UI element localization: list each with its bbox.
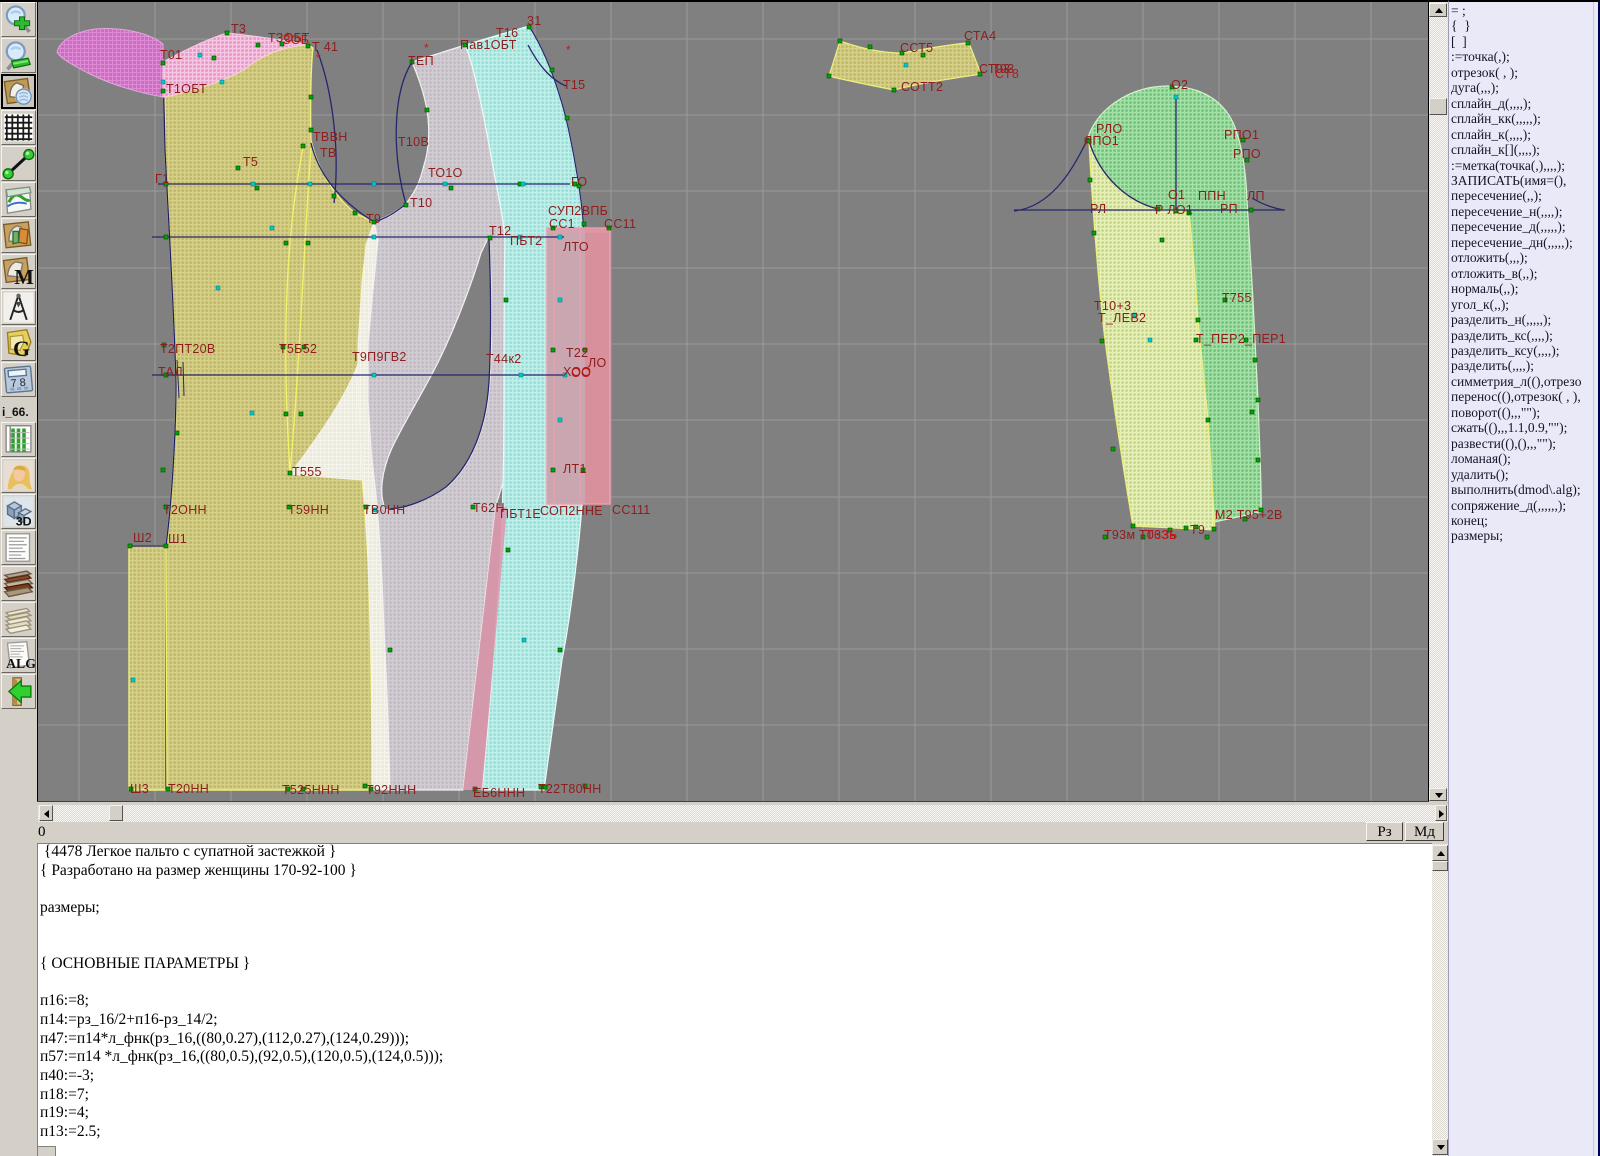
svg-text:РПО: РПО	[1233, 147, 1261, 161]
svg-text:ЕБ6ННН: ЕБ6ННН	[473, 786, 525, 800]
svg-text:ПБТ1Е: ПБТ1Е	[500, 507, 541, 521]
svg-text:Т_ПЕР2_ПЕР1: Т_ПЕР2_ПЕР1	[1196, 332, 1286, 346]
svg-text:Т44к2: Т44к2	[486, 352, 521, 366]
svg-text:ТО1О: ТО1О	[428, 166, 463, 180]
svg-text:РЛ: РЛ	[1090, 202, 1106, 216]
svg-text:Т20НН: Т20НН	[168, 782, 209, 796]
svg-text:Т525ННН: Т525ННН	[282, 783, 340, 797]
svg-text:РП: РП	[1220, 202, 1238, 216]
svg-text:ЛТ1: ЛТ1	[563, 462, 587, 476]
svg-text:Т93м: Т93м	[1104, 528, 1135, 542]
svg-text:Пав1ОБТ: Пав1ОБТ	[460, 38, 517, 52]
svg-text:СС1: СС1	[549, 217, 575, 231]
svg-text:Т92ННН: Т92ННН	[366, 783, 416, 797]
svg-text:31: 31	[527, 14, 542, 28]
svg-text:Т15: Т15	[563, 78, 585, 92]
svg-text:ПБТ2: ПБТ2	[510, 234, 542, 248]
svg-text:Т5Б52: Т5Б52	[279, 342, 317, 356]
svg-text:ALG: ALG	[6, 656, 35, 671]
svg-text:M: M	[14, 267, 33, 288]
svg-text:СУП2ВПБ: СУП2ВПБ	[548, 204, 608, 218]
svg-text:*: *	[316, 51, 321, 65]
svg-text:Ш2: Ш2	[133, 531, 152, 545]
svg-text:ТЕП: ТЕП	[408, 54, 434, 68]
svg-text:Т22: Т22	[566, 346, 588, 360]
svg-text:Т22Т80НН: Т22Т80НН	[538, 782, 602, 796]
svg-text:Т3: Т3	[231, 22, 246, 36]
svg-text:Т5: Т5	[243, 155, 258, 169]
svg-text:ТВ: ТВ	[320, 146, 337, 160]
svg-text:*: *	[566, 43, 571, 57]
svg-text:ТВ0НН: ТВ0НН	[363, 503, 405, 517]
svg-text:Т12: Т12	[489, 224, 511, 238]
svg-text:СОТТ2: СОТТ2	[901, 80, 943, 94]
svg-text:G: G	[13, 336, 30, 360]
svg-text:ЛПО1: ЛПО1	[1084, 134, 1119, 148]
svg-text:Т755: Т755	[1222, 291, 1252, 305]
svg-text:Т10: Т10	[410, 196, 432, 210]
svg-text:ЛП: ЛП	[1247, 189, 1265, 203]
svg-text:3D: 3D	[16, 514, 32, 528]
svg-text:ТАЛ: ТАЛ	[158, 365, 183, 379]
svg-text:*: *	[424, 41, 429, 55]
svg-text:Г1: Г1	[155, 172, 169, 186]
svg-text:ССТ5: ССТ5	[900, 41, 933, 55]
svg-text:Т555: Т555	[292, 465, 322, 479]
svg-text:Т2ОНН: Т2ОНН	[163, 503, 207, 517]
svg-text:РПО1: РПО1	[1224, 128, 1259, 142]
svg-text:Т9П9ГВ2: Т9П9ГВ2	[352, 350, 407, 364]
svg-text:Р ЛО1: Р ЛО1	[1155, 203, 1193, 217]
svg-text:СОП2ННЕ: СОП2ННЕ	[540, 504, 603, 518]
svg-text:ППН: ППН	[1198, 189, 1226, 203]
svg-text:СТ8: СТ8	[995, 67, 1019, 81]
svg-text:М2 Т95+2В: М2 Т95+2В	[1215, 508, 1283, 522]
svg-text:Ш3: Ш3	[130, 782, 149, 796]
svg-text:Т6ЗЬ: Т6ЗЬ	[1146, 528, 1178, 542]
svg-text:О1: О1	[1168, 188, 1185, 202]
svg-text:Ш1: Ш1	[168, 532, 187, 546]
svg-text:*: *	[285, 30, 290, 44]
svg-text:Т9: Т9	[366, 212, 381, 226]
svg-text:Т59НН: Т59НН	[288, 503, 329, 517]
svg-text:Т2ПТ20В: Т2ПТ20В	[160, 342, 216, 356]
svg-text:ТВВН: ТВВН	[313, 130, 348, 144]
svg-text:Т01: Т01	[160, 48, 182, 62]
svg-text:Т_ЛЕВ2: Т_ЛЕВ2	[1098, 311, 1146, 325]
svg-text:Т9: Т9	[1190, 523, 1205, 537]
svg-text:ЛТО: ЛТО	[563, 240, 589, 254]
svg-text:Т1ОБТ: Т1ОБТ	[166, 82, 207, 96]
svg-text:О2: О2	[1171, 78, 1188, 92]
svg-text:СС111: СС111	[612, 503, 651, 517]
svg-text:Т10В: Т10В	[398, 135, 429, 149]
svg-text:СС11: СС11	[604, 217, 636, 231]
svg-text:Т16: Т16	[496, 26, 518, 40]
svg-text:ГО: ГО	[571, 175, 587, 189]
svg-text:СТА4: СТА4	[964, 29, 996, 43]
svg-text:ОО: ОО	[571, 366, 591, 380]
